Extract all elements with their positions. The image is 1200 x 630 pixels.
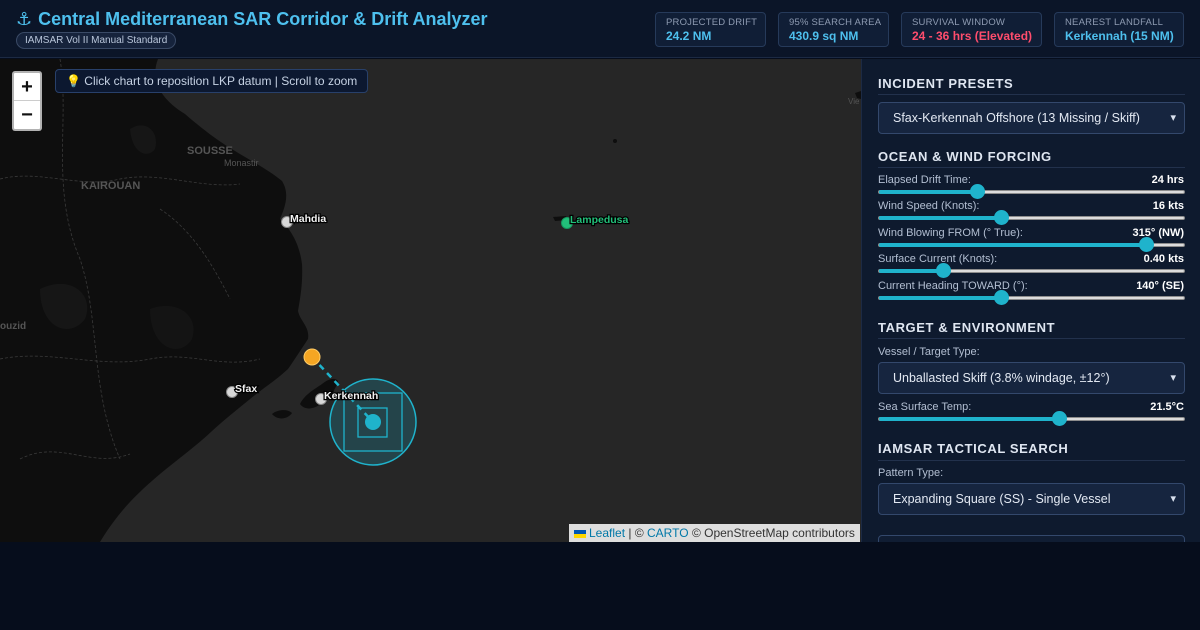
vessel-type-label: Vessel / Target Type:	[878, 346, 980, 358]
slider-thumb[interactable]	[994, 290, 1009, 305]
vessel-type-select[interactable]: Unballasted Skiff (3.8% windage, ±12°) ▾	[878, 362, 1185, 394]
drift-time-label: Elapsed Drift Time:	[878, 174, 971, 186]
slider-fill	[879, 243, 1146, 247]
region-label: SOUSSE	[187, 145, 233, 157]
islet	[613, 139, 617, 143]
osm-attribution: © OpenStreetMap contributors	[691, 526, 855, 540]
map-svg[interactable]: SOUSSE KAIROUAN Monastir ouzid Vie Mahdi…	[0, 59, 861, 542]
stat-label: NEAREST LANDFALL	[1065, 17, 1164, 28]
section-title-forcing: OCEAN & WIND FORCING	[878, 149, 1052, 164]
current-speed-value: 0.40 kts	[1143, 253, 1184, 265]
slider-fill	[879, 417, 1059, 421]
slider-thumb[interactable]	[1051, 411, 1067, 426]
stat-value: 24 - 36 hrs (Elevated)	[912, 29, 1033, 43]
control-panel: INCIDENT PRESETS Sfax-Kerkennah Offshore…	[861, 59, 1200, 542]
select-value: Expanding Square (SS) - Single Vessel	[893, 492, 1111, 506]
pattern-type-label: Pattern Type:	[878, 467, 944, 479]
slider-thumb[interactable]	[994, 210, 1009, 225]
carto-link[interactable]: CARTO	[647, 526, 689, 540]
wind-speed-value: 16 kts	[1152, 200, 1184, 212]
incident-preset-select[interactable]: Sfax-Kerkennah Offshore (13 Missing / Sk…	[878, 102, 1185, 134]
region-label: Vie	[848, 97, 860, 106]
chevron-down-icon: ▾	[1170, 112, 1176, 124]
app-header: ⚓ Central Mediterranean SAR Corridor & Dr…	[0, 0, 1200, 58]
attribution-separator: | ©	[628, 526, 644, 540]
map-canvas[interactable]: SOUSSE KAIROUAN Monastir ouzid Vie Mahdi…	[0, 59, 861, 542]
slider-fill	[879, 190, 977, 194]
stat-label: SURVIVAL WINDOW	[912, 17, 1006, 28]
stat-value: 24.2 NM	[666, 29, 712, 43]
slider-thumb[interactable]	[936, 263, 952, 278]
place-label-lampedusa: Lampedusa	[570, 214, 629, 226]
page-footer-band	[0, 542, 1200, 630]
place-label-sfax: Sfax	[235, 383, 257, 395]
slider-fill	[879, 269, 944, 273]
chevron-down-icon: ▾	[1170, 493, 1176, 505]
app-title-text: Central Mediterranean SAR Corridor & Dri…	[38, 9, 488, 29]
stat-label: 95% SEARCH AREA	[789, 17, 882, 28]
section-divider	[878, 338, 1185, 339]
map-attribution: Leaflet | © CARTO © OpenStreetMap contri…	[569, 524, 860, 542]
pattern-type-select[interactable]: Expanding Square (SS) - Single Vessel ▾	[878, 483, 1185, 515]
stat-nearest-landfall: NEAREST LANDFALL Kerkennah (15 NM)	[1054, 12, 1184, 47]
stat-value: 430.9 sq NM	[789, 29, 859, 43]
wind-direction-value: 315° (NW)	[1132, 227, 1184, 239]
stat-search-area: 95% SEARCH AREA 430.9 sq NM	[778, 12, 889, 47]
region-label: KAIROUAN	[81, 180, 140, 192]
section-title-target: TARGET & ENVIRONMENT	[878, 320, 1056, 335]
anchor-icon: ⚓	[16, 9, 33, 29]
drift-time-value: 24 hrs	[1151, 174, 1184, 186]
sst-slider[interactable]	[878, 411, 1185, 426]
section-divider	[878, 167, 1185, 168]
slider-fill	[879, 296, 1001, 300]
slider-thumb[interactable]	[969, 184, 985, 199]
sst-value: 21.5°C	[1150, 401, 1184, 413]
drift-datum-marker[interactable]	[365, 414, 381, 430]
section-title-presets: INCIDENT PRESETS	[878, 76, 1014, 91]
zoom-control: + −	[12, 71, 42, 131]
select-value: Sfax-Kerkennah Offshore (13 Missing / Sk…	[893, 111, 1140, 125]
slider-thumb[interactable]	[1138, 237, 1154, 252]
section-divider	[878, 460, 1185, 461]
current-speed-label: Surface Current (Knots):	[878, 253, 998, 265]
wind-speed-slider[interactable]	[878, 210, 1185, 225]
current-heading-value: 140° (SE)	[1136, 280, 1184, 292]
wind-direction-slider[interactable]	[878, 237, 1185, 252]
slider-fill	[879, 216, 1001, 220]
current-speed-slider[interactable]	[878, 263, 1185, 278]
region-label: ouzid	[0, 321, 26, 332]
section-title-tactical: IAMSAR TACTICAL SEARCH	[878, 441, 1069, 456]
section-divider	[878, 94, 1185, 95]
leaflet-link[interactable]: Leaflet	[589, 526, 625, 540]
app-title: ⚓ Central Mediterranean SAR Corridor & Dr…	[16, 9, 488, 30]
current-heading-slider[interactable]	[878, 290, 1185, 305]
stat-label: PROJECTED DRIFT	[666, 17, 758, 28]
region-label: Monastir	[224, 158, 259, 168]
chevron-down-icon: ▾	[1170, 372, 1176, 384]
next-section-card	[878, 535, 1185, 542]
drift-time-slider[interactable]	[878, 184, 1185, 199]
kerkennah-island	[272, 410, 292, 419]
place-label-mahdia: Mahdia	[290, 213, 326, 225]
zoom-out-button[interactable]: −	[14, 101, 40, 129]
map-hint: 💡 Click chart to reposition LKP datum | …	[55, 69, 369, 93]
standard-badge: IAMSAR Vol II Manual Standard	[16, 32, 177, 49]
sst-label: Sea Surface Temp:	[878, 401, 972, 413]
stat-projected-drift: PROJECTED DRIFT 24.2 NM	[655, 12, 766, 47]
wind-direction-label: Wind Blowing FROM (° True):	[878, 227, 1023, 239]
stat-value: Kerkennah (15 NM)	[1065, 29, 1174, 43]
ukraine-flag-icon	[574, 530, 586, 538]
stat-survival-window: SURVIVAL WINDOW 24 - 36 hrs (Elevated)	[901, 12, 1042, 47]
select-value: Unballasted Skiff (3.8% windage, ±12°)	[893, 371, 1110, 385]
wind-speed-label: Wind Speed (Knots):	[878, 200, 980, 212]
lkp-marker[interactable]	[303, 348, 321, 366]
place-label-kerkennah: Kerkennah	[324, 390, 378, 402]
zoom-in-button[interactable]: +	[14, 73, 40, 101]
